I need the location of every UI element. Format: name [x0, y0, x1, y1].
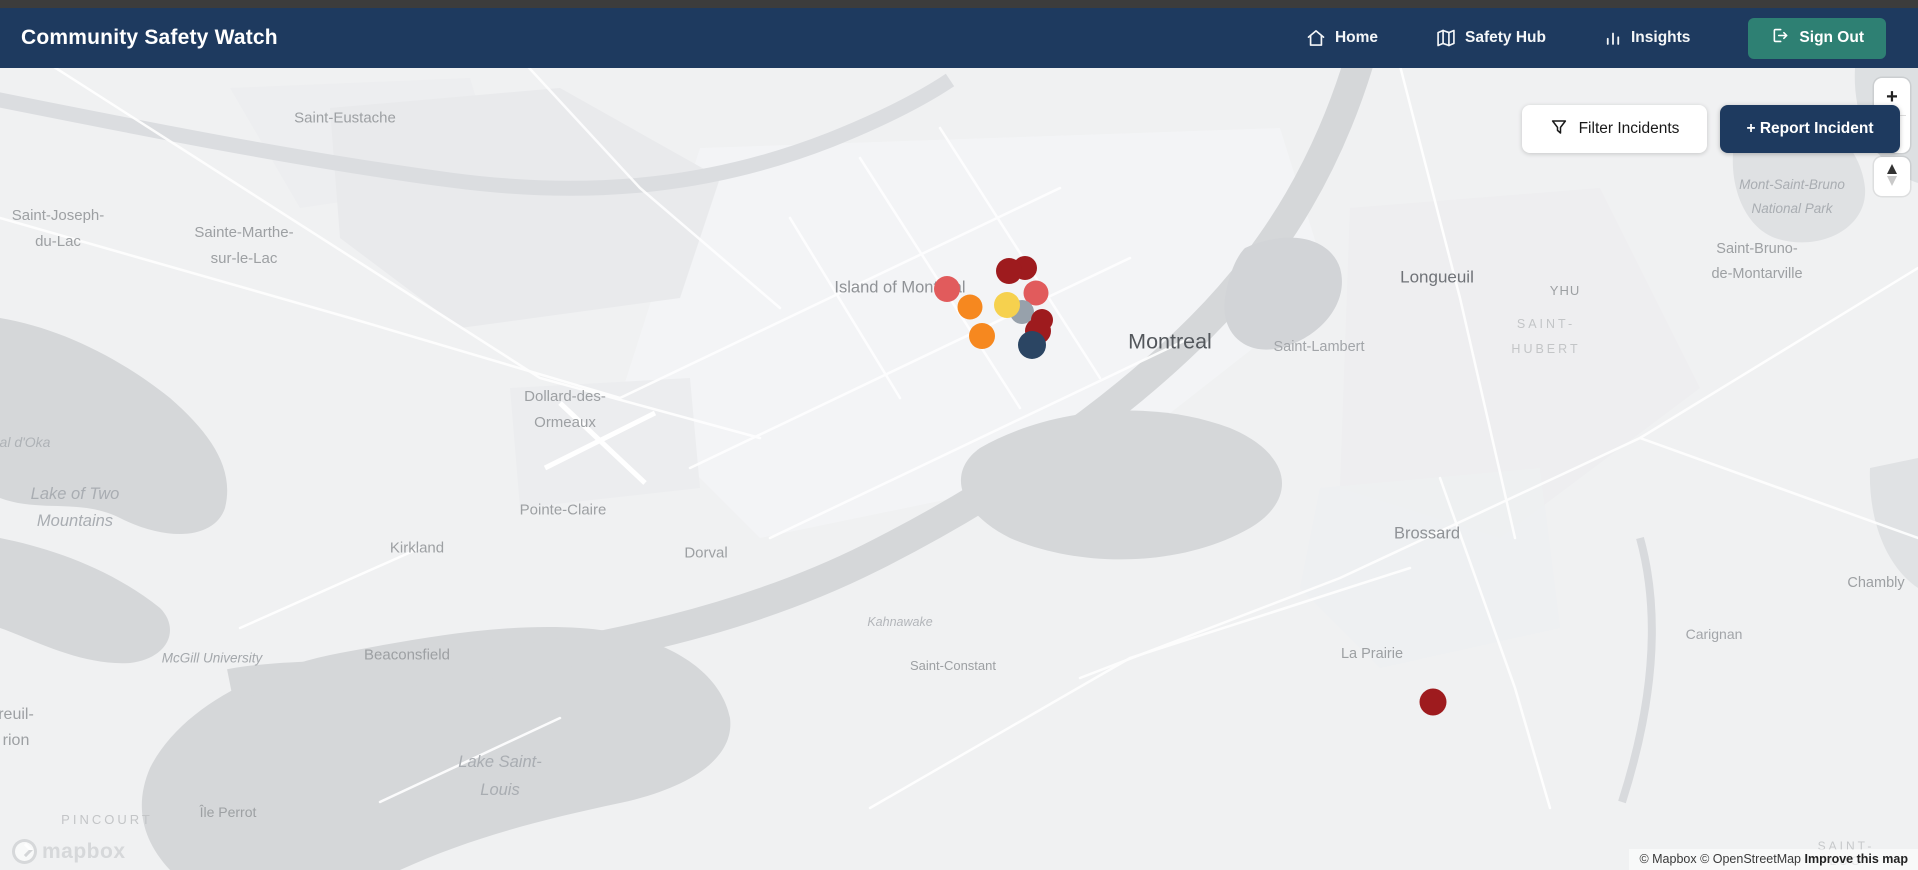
filter-incidents-label: Filter Incidents — [1578, 120, 1680, 137]
incident-marker[interactable] — [996, 258, 1022, 284]
window-top-strip — [0, 0, 1918, 8]
compass-needle-icon — [1881, 162, 1903, 191]
home-icon — [1306, 28, 1326, 48]
funnel-icon — [1550, 118, 1568, 141]
incident-marker[interactable] — [957, 294, 983, 320]
filter-incidents-button[interactable]: Filter Incidents — [1522, 105, 1707, 153]
map-basemap — [0, 68, 1918, 870]
incident-marker[interactable] — [1018, 331, 1046, 359]
sign-out-icon — [1770, 26, 1789, 50]
improve-map-link[interactable]: Improve this map — [1805, 852, 1909, 866]
nav-item-label: Home — [1334, 29, 1379, 46]
attribution-links[interactable]: © Mapbox © OpenStreetMap — [1639, 852, 1801, 866]
mapbox-logo-word: mapbox — [42, 839, 126, 863]
page-title: Community Safety Watch — [21, 26, 278, 49]
map-attribution: © Mapbox © OpenStreetMap Improve this ma… — [1629, 849, 1918, 870]
nav-item-label: Insights — [1631, 29, 1691, 46]
compass-button[interactable] — [1874, 157, 1910, 196]
incident-marker[interactable] — [994, 292, 1020, 318]
report-incident-button[interactable]: + Report Incident — [1720, 105, 1900, 153]
header-nav: Home Safety Hub Insights Sign Out — [1306, 17, 1918, 59]
map-canvas[interactable]: Saint-Eustache Saint-Joseph- du-Lac Sainte… — [0, 68, 1918, 870]
incident-marker[interactable] — [1419, 688, 1447, 716]
nav-item-safety-hub[interactable]: Safety Hub — [1436, 28, 1546, 48]
mapbox-logo[interactable]: mapbox — [12, 839, 126, 864]
nav-item-insights[interactable]: Insights — [1604, 29, 1690, 47]
app-header: Community Safety Watch Home Safety Hub I… — [0, 8, 1918, 68]
sign-out-label: Sign Out — [1799, 29, 1864, 46]
incident-marker[interactable] — [969, 323, 995, 349]
map-icon — [1436, 28, 1456, 48]
mapbox-logo-icon — [12, 839, 37, 864]
sign-out-button[interactable]: Sign Out — [1748, 17, 1886, 59]
nav-item-home[interactable]: Home — [1306, 28, 1378, 48]
incident-marker[interactable] — [934, 276, 960, 302]
nav-item-label: Safety Hub — [1465, 29, 1546, 46]
bar-chart-icon — [1604, 29, 1622, 47]
